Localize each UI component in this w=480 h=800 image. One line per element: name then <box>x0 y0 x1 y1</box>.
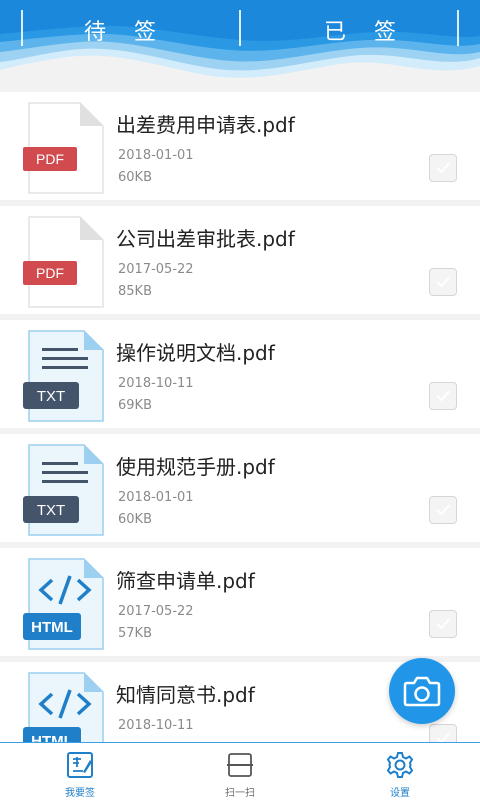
txt-file-icon: TXT <box>23 330 104 422</box>
file-name: 使用规范手册.pdf <box>116 455 275 479</box>
check-icon <box>436 276 450 288</box>
check-icon <box>436 162 450 174</box>
app-screen: 待签 已签 PDF 出差费用申请表.pdf 2018-01-01 60KB PD… <box>0 0 480 800</box>
pdf-file-icon: PDF <box>23 102 104 194</box>
file-name: 操作说明文档.pdf <box>116 341 275 365</box>
document-list: PDF 出差费用申请表.pdf 2018-01-01 60KB PDF 公司出差… <box>0 92 480 742</box>
tab-divider-left <box>21 10 23 46</box>
nav-label: 扫一扫 <box>225 788 255 799</box>
list-item[interactable]: TXT 操作说明文档.pdf 2018-10-11 69KB <box>0 320 480 428</box>
file-date: 2018-01-01 <box>118 148 194 163</box>
select-checkbox[interactable] <box>429 268 457 296</box>
svg-text:PDF: PDF <box>36 265 64 281</box>
pdf-file-icon: PDF <box>23 216 104 308</box>
svg-text:PDF: PDF <box>36 151 64 167</box>
html-file-icon: HTML <box>23 672 104 742</box>
camera-icon <box>403 676 441 707</box>
list-item[interactable]: PDF 公司出差审批表.pdf 2017-05-22 85KB <box>0 206 480 314</box>
check-icon <box>436 390 450 402</box>
list-item[interactable]: PDF 出差费用申请表.pdf 2018-01-01 60KB <box>0 92 480 200</box>
list-item[interactable]: TXT 使用规范手册.pdf 2018-01-01 60KB <box>0 434 480 542</box>
nav-label: 我要签 <box>65 788 95 799</box>
select-checkbox[interactable] <box>429 382 457 410</box>
file-size: 60KB <box>118 512 152 527</box>
header: 待签 已签 <box>0 0 480 92</box>
select-checkbox[interactable] <box>429 154 457 182</box>
tab-signed[interactable]: 已签 <box>240 0 480 60</box>
svg-text:HTML: HTML <box>31 619 73 636</box>
file-size: 69KB <box>118 398 152 413</box>
check-icon <box>436 618 450 630</box>
file-date: 2018-10-11 <box>118 718 194 733</box>
scan-icon <box>225 750 255 780</box>
nav-item-sign[interactable]: 我要签 <box>0 743 160 800</box>
check-icon <box>436 732 450 742</box>
nav-label: 设置 <box>390 788 410 799</box>
check-icon <box>436 504 450 516</box>
sign-icon <box>65 750 95 780</box>
txt-file-icon: TXT <box>23 444 104 536</box>
file-name: 知情同意书.pdf <box>116 683 255 707</box>
file-size: 57KB <box>118 626 152 641</box>
bottom-nav: 我要签 扫一扫 设置 <box>0 742 480 800</box>
file-name: 出差费用申请表.pdf <box>116 113 295 137</box>
file-date: 2017-05-22 <box>118 604 194 619</box>
nav-item-scan[interactable]: 扫一扫 <box>160 743 320 800</box>
tab-pending[interactable]: 待签 <box>0 0 240 60</box>
select-checkbox[interactable] <box>429 496 457 524</box>
nav-item-settings[interactable]: 设置 <box>320 743 480 800</box>
file-date: 2018-10-11 <box>118 376 194 391</box>
gear-icon <box>385 750 415 780</box>
file-size: 85KB <box>118 284 152 299</box>
svg-text:TXT: TXT <box>37 502 65 519</box>
select-checkbox[interactable] <box>429 724 457 742</box>
html-file-icon: HTML <box>23 558 104 650</box>
file-name: 公司出差审批表.pdf <box>116 227 295 251</box>
file-name: 筛查申请单.pdf <box>116 569 255 593</box>
camera-button[interactable] <box>389 658 455 724</box>
svg-text:HTML: HTML <box>31 733 73 742</box>
tab-divider-right <box>457 10 459 46</box>
list-item[interactable]: HTML 筛查申请单.pdf 2017-05-22 57KB <box>0 548 480 656</box>
file-date: 2018-01-01 <box>118 490 194 505</box>
select-checkbox[interactable] <box>429 610 457 638</box>
file-size: 60KB <box>118 170 152 185</box>
tab-divider-middle <box>239 10 241 46</box>
svg-text:TXT: TXT <box>37 388 65 405</box>
file-date: 2017-05-22 <box>118 262 194 277</box>
